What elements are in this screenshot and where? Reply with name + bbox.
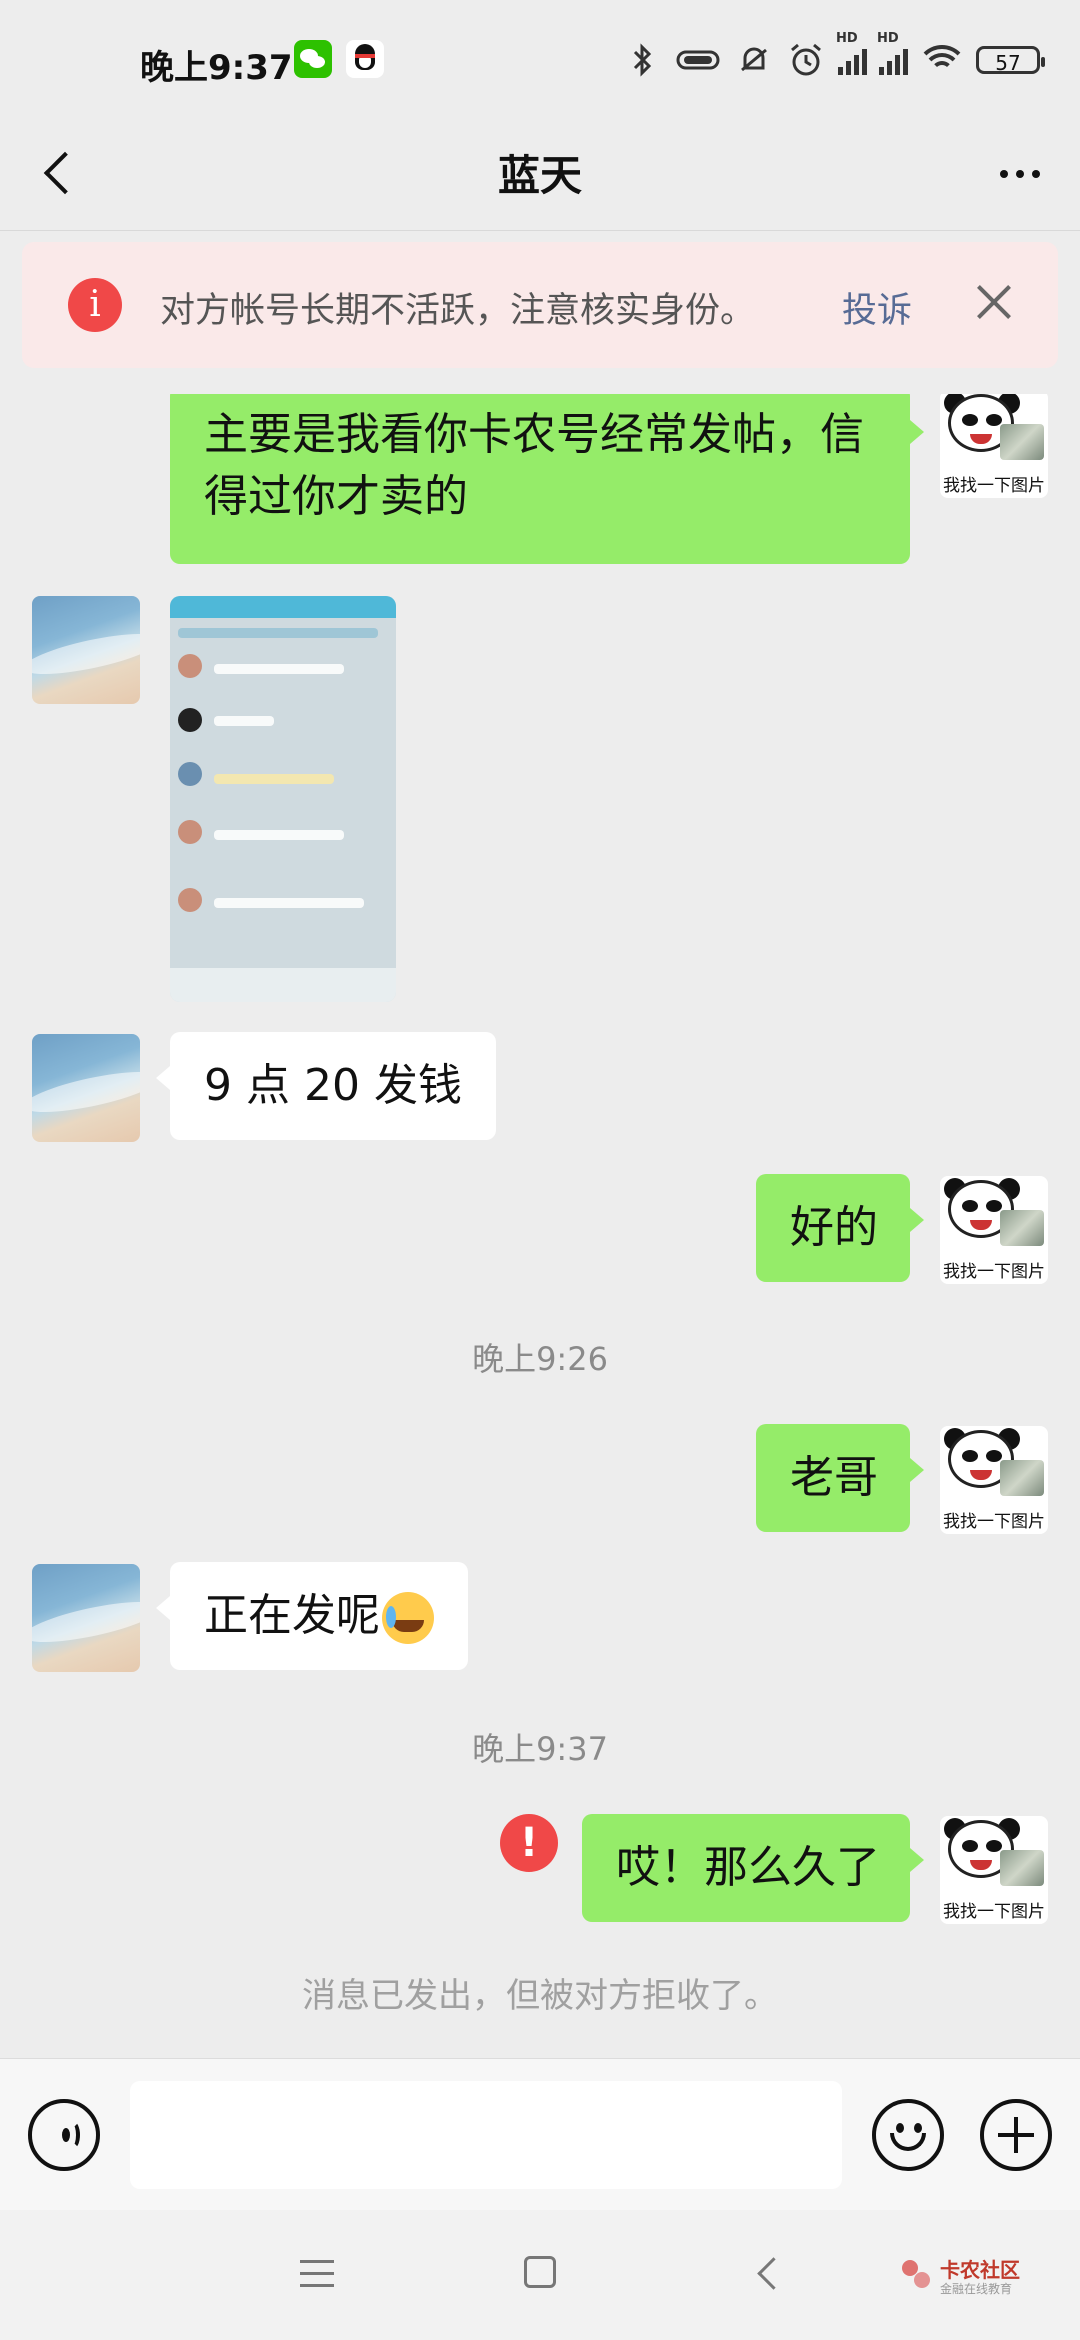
system-nav-bar: 卡农社区 金融在线教育 xyxy=(0,2210,1080,2340)
avatar[interactable]: 我找一下图片 xyxy=(940,1816,1048,1924)
watermark: 卡农社区 金融在线教育 xyxy=(900,2250,1050,2300)
signal-hd-icon: HD xyxy=(836,31,867,75)
plus-icon[interactable] xyxy=(980,2099,1052,2171)
avatar[interactable]: 我找一下图片 xyxy=(940,1176,1048,1284)
bluetooth-icon xyxy=(633,43,652,77)
message-text: 好的 xyxy=(790,1202,878,1253)
close-icon[interactable] xyxy=(972,280,1016,324)
image-message[interactable] xyxy=(170,596,396,1002)
message-bubble-sent[interactable]: 哎！那么久了 xyxy=(582,1814,924,1922)
menu-icon[interactable] xyxy=(300,2260,334,2288)
message-text: 老哥 xyxy=(790,1452,878,1503)
sticker-caption: 我找一下图片 xyxy=(943,1512,1045,1532)
qq-icon xyxy=(346,40,384,78)
sticker-caption: 我找一下图片 xyxy=(943,1262,1045,1282)
timestamp: 晚上9:37 xyxy=(472,1730,608,1768)
alarm-icon xyxy=(791,43,821,76)
message-text: 9 点 20 发钱 xyxy=(204,1060,462,1111)
watermark-title: 卡农社区 xyxy=(940,2258,1020,2282)
avatar[interactable] xyxy=(32,1034,140,1142)
home-icon[interactable] xyxy=(524,2256,556,2288)
message-input[interactable] xyxy=(130,2081,842,2189)
banner-text: 对方帐号长期不活跃，注意核实身份。 xyxy=(160,291,756,331)
sticker-caption: 我找一下图片 xyxy=(943,1902,1045,1922)
rejected-notice: 消息已发出，但被对方拒收了。 xyxy=(302,1976,778,2016)
message-bubble-sent[interactable]: 主要是我看你卡农号经常发帖，信得过你才卖的 xyxy=(170,394,924,564)
battery-icon: 57 xyxy=(976,46,1045,75)
message-text: 主要是我看你卡农号经常发帖，信得过你才卖的 xyxy=(204,409,864,522)
signal-hd-icon: HD xyxy=(877,31,908,75)
more-dots-icon[interactable] xyxy=(990,156,1050,192)
chat-header: 蓝天 xyxy=(0,120,1080,231)
send-failed-icon[interactable]: ! xyxy=(500,1814,558,1872)
info-icon: i xyxy=(68,278,122,332)
inactive-account-banner: i 对方帐号长期不活跃，注意核实身份。 投诉 xyxy=(22,242,1058,368)
message-list[interactable]: 主要是我看你卡农号经常发帖，信得过你才卖的 我找一下图片 9 点 20 发钱 好… xyxy=(0,394,1080,2058)
crying-laughing-emoji xyxy=(382,1592,434,1644)
input-bar xyxy=(0,2058,1080,2211)
watermark-subtitle: 金融在线教育 xyxy=(940,2282,1013,2296)
avatar[interactable] xyxy=(32,1564,140,1672)
sticker-caption: 我找一下图片 xyxy=(943,476,1045,496)
report-link[interactable]: 投诉 xyxy=(842,282,912,333)
message-bubble-received[interactable]: 正在发呢 xyxy=(156,1562,468,1670)
message-text: 哎！那么久了 xyxy=(616,1842,880,1893)
timestamp: 晚上9:26 xyxy=(472,1340,608,1378)
wifi-icon xyxy=(920,43,964,77)
message-bubble-sent[interactable]: 老哥 xyxy=(756,1424,924,1532)
back-icon[interactable] xyxy=(757,2257,790,2290)
status-icons: HD HD 57 xyxy=(622,31,1045,86)
mute-icon xyxy=(741,47,767,72)
message-bubble-received[interactable]: 9 点 20 发钱 xyxy=(156,1032,496,1140)
message-bubble-sent[interactable]: 好的 xyxy=(756,1174,924,1282)
watermark-logo-icon xyxy=(900,2258,934,2292)
status-bar: 晚上9:37 HD HD 57 xyxy=(0,0,1080,120)
chat-title: 蓝天 xyxy=(497,151,582,200)
message-text: 正在发呢 xyxy=(204,1590,380,1641)
vibrate-icon xyxy=(676,50,720,70)
status-time: 晚上9:37 xyxy=(140,48,293,88)
avatar[interactable] xyxy=(32,596,140,704)
avatar[interactable]: 我找一下图片 xyxy=(940,1426,1048,1534)
wechat-icon xyxy=(294,40,332,78)
avatar[interactable]: 我找一下图片 xyxy=(940,394,1048,498)
voice-icon[interactable] xyxy=(28,2099,100,2171)
emoji-icon[interactable] xyxy=(872,2099,944,2171)
